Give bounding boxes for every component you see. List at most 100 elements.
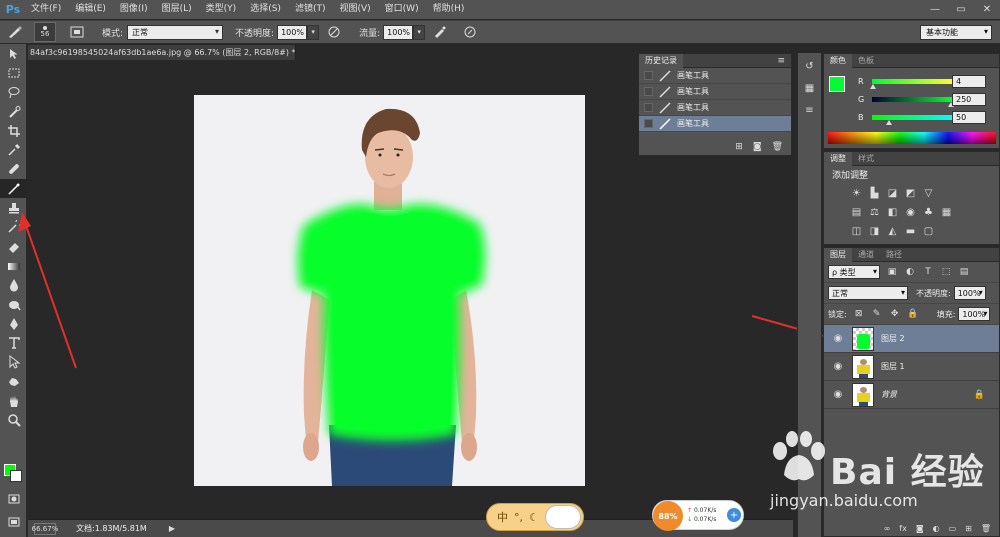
new-document-from-state-icon[interactable]: ⊞ (735, 142, 743, 152)
color-lookup-icon[interactable]: ▦ (940, 206, 953, 219)
menu-file[interactable]: 文件(F) (24, 0, 68, 19)
flow-dropdown-icon[interactable]: ▾ (413, 24, 426, 40)
hue-saturation-icon[interactable]: ▤ (850, 206, 863, 219)
link-layers-icon[interactable]: ∞ (884, 524, 891, 533)
menu-layer[interactable]: 图层(L) (155, 0, 199, 19)
workspace-select[interactable]: 基本功能 (920, 25, 992, 40)
history-checkbox[interactable] (644, 71, 653, 80)
filter-type-icon[interactable]: T (922, 266, 934, 278)
history-item[interactable]: 画笔工具 (639, 84, 791, 100)
slider-g[interactable] (872, 96, 954, 107)
visibility-eye-icon[interactable]: ◉ (830, 361, 846, 372)
lock-position-icon[interactable]: ✥ (889, 308, 901, 320)
menu-view[interactable]: 视图(V) (332, 0, 377, 19)
menu-image[interactable]: 图像(I) (113, 0, 155, 19)
pen-tool-icon[interactable] (0, 314, 27, 333)
history-item-selected[interactable]: 画笔工具 (639, 116, 791, 132)
filter-smart-icon[interactable]: ▤ (958, 266, 970, 278)
minimize-button[interactable]: — (922, 0, 948, 19)
photo-canvas[interactable] (194, 95, 585, 486)
posterize-icon[interactable]: ◨ (868, 225, 881, 238)
layer-row-2[interactable]: ◉ 图层 2 (824, 325, 999, 353)
ime-toolbar[interactable]: 中 °, ☾ (486, 503, 584, 531)
pressure-opacity-icon[interactable] (319, 21, 349, 43)
new-layer-icon[interactable]: ⊞ (965, 524, 972, 533)
properties-dock-icon[interactable]: ▦ (800, 79, 820, 97)
layer-name[interactable]: 背景 (881, 389, 897, 400)
tab-styles[interactable]: 样式 (852, 152, 880, 166)
new-group-icon[interactable]: ▭ (949, 524, 957, 533)
color-swatches[interactable] (4, 464, 24, 484)
tab-adjustments[interactable]: 调整 (824, 151, 852, 166)
menu-help[interactable]: 帮助(H) (426, 0, 472, 19)
layer-style-icon[interactable]: fx (899, 524, 907, 533)
layer-opacity-input[interactable]: 100% (953, 286, 986, 300)
input-r[interactable]: 4 (952, 74, 986, 88)
ime-moon-icon[interactable]: ☾ (529, 511, 539, 524)
screen-mode-icon[interactable] (0, 512, 27, 531)
marquee-tool-icon[interactable] (0, 63, 27, 82)
slider-r[interactable] (870, 78, 952, 89)
brightness-icon[interactable]: ☀ (850, 187, 863, 200)
lock-transparent-icon[interactable]: ⊠ (853, 308, 865, 320)
healing-brush-tool-icon[interactable] (0, 160, 27, 179)
history-checkbox[interactable] (644, 119, 653, 128)
eraser-tool-icon[interactable] (0, 237, 27, 256)
layer-row-background[interactable]: ◉ 背景 🔒 (824, 381, 999, 409)
lock-all-icon[interactable]: 🔒 (907, 308, 919, 320)
quick-mask-icon[interactable] (0, 489, 27, 508)
input-g[interactable]: 250 (952, 92, 986, 106)
curves-icon[interactable]: ◪ (886, 187, 899, 200)
history-brush-tool-icon[interactable] (0, 218, 27, 237)
close-button[interactable]: ✕ (974, 0, 1000, 19)
lasso-tool-icon[interactable] (0, 83, 27, 102)
fill-input[interactable]: 100% (958, 307, 991, 321)
blend-mode-select[interactable]: 正常 (828, 286, 908, 300)
history-checkbox[interactable] (644, 103, 653, 112)
tab-color[interactable]: 颜色 (824, 53, 852, 68)
mode-select[interactable]: 正常 (127, 24, 224, 40)
path-selection-tool-icon[interactable] (0, 353, 27, 372)
color-balance-icon[interactable]: ⚖ (868, 206, 881, 219)
adjustment-layer-icon[interactable]: ◐ (933, 524, 940, 533)
slider-b[interactable] (872, 114, 952, 125)
clone-stamp-tool-icon[interactable] (0, 198, 27, 217)
zoom-level[interactable]: 66.67% (32, 522, 58, 535)
net-plus-button[interactable]: + (727, 508, 741, 522)
lock-image-icon[interactable]: ✎ (871, 308, 883, 320)
slider-r-thumb[interactable] (870, 83, 876, 89)
add-mask-icon[interactable]: ◙ (916, 524, 924, 533)
brush-tool-icon[interactable] (0, 179, 27, 199)
color-spectrum[interactable] (828, 132, 996, 144)
status-menu-arrow-icon[interactable]: ▶ (169, 524, 175, 533)
input-b[interactable]: 50 (952, 110, 986, 124)
levels-icon[interactable]: ▙ (868, 187, 881, 200)
history-item[interactable]: 画笔工具 (639, 100, 791, 116)
menu-type[interactable]: 类型(Y) (199, 0, 244, 19)
info-dock-icon[interactable]: ≡ (800, 101, 820, 119)
channel-mixer-icon[interactable]: ♣ (922, 206, 935, 219)
filter-adjustment-icon[interactable]: ◐ (904, 266, 916, 278)
invert-icon[interactable]: ◫ (850, 225, 863, 238)
network-speed-widget[interactable]: 88% ↑ 0.07K/s ↓ 0.07K/s + (652, 500, 744, 531)
history-menu-icon[interactable]: ≡ (777, 56, 791, 66)
visibility-eye-icon[interactable]: ◉ (830, 333, 846, 344)
vibrance-icon[interactable]: ▽ (922, 187, 935, 200)
brush-size-picker[interactable]: 56 (34, 22, 56, 42)
visibility-eye-icon[interactable]: ◉ (830, 389, 846, 400)
quick-selection-tool-icon[interactable] (0, 102, 27, 121)
menu-select[interactable]: 选择(S) (243, 0, 288, 19)
threshold-icon[interactable]: ◭ (886, 225, 899, 238)
pressure-size-icon[interactable] (455, 21, 485, 43)
background-color-swatch[interactable] (10, 470, 22, 482)
filter-shape-icon[interactable]: ⬚ (940, 266, 952, 278)
ime-punct-icon[interactable]: °, (514, 511, 523, 524)
exposure-icon[interactable]: ◩ (904, 187, 917, 200)
history-dock-icon[interactable]: ↺ (800, 57, 820, 75)
gradient-map-icon[interactable]: ▬ (904, 225, 917, 238)
black-white-icon[interactable]: ◧ (886, 206, 899, 219)
snapshot-icon[interactable]: ◙ (753, 142, 762, 152)
layer-name[interactable]: 图层 1 (881, 361, 905, 372)
layer-row-1[interactable]: ◉ 图层 1 (824, 353, 999, 381)
tab-swatches[interactable]: 色板 (852, 54, 880, 68)
